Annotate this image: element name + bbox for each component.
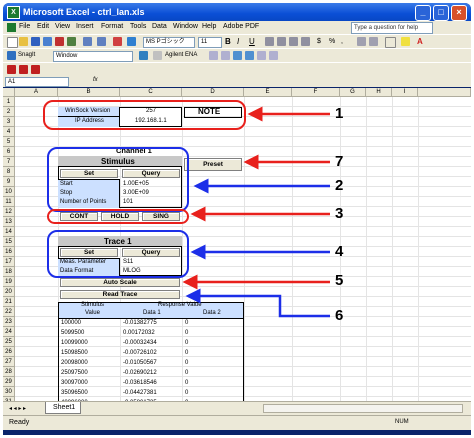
callout-number-5: 5 [335,272,344,289]
annotation-overlay [182,106,330,318]
arrow-6 [185,288,330,318]
callout-number-6: 6 [335,307,344,324]
callout-number-4: 4 [335,243,344,260]
callout-number-1: 1 [335,105,344,122]
callout-number-2: 2 [335,177,344,194]
callout-number-7: 7 [335,153,344,170]
callout-number-3: 3 [335,205,344,222]
